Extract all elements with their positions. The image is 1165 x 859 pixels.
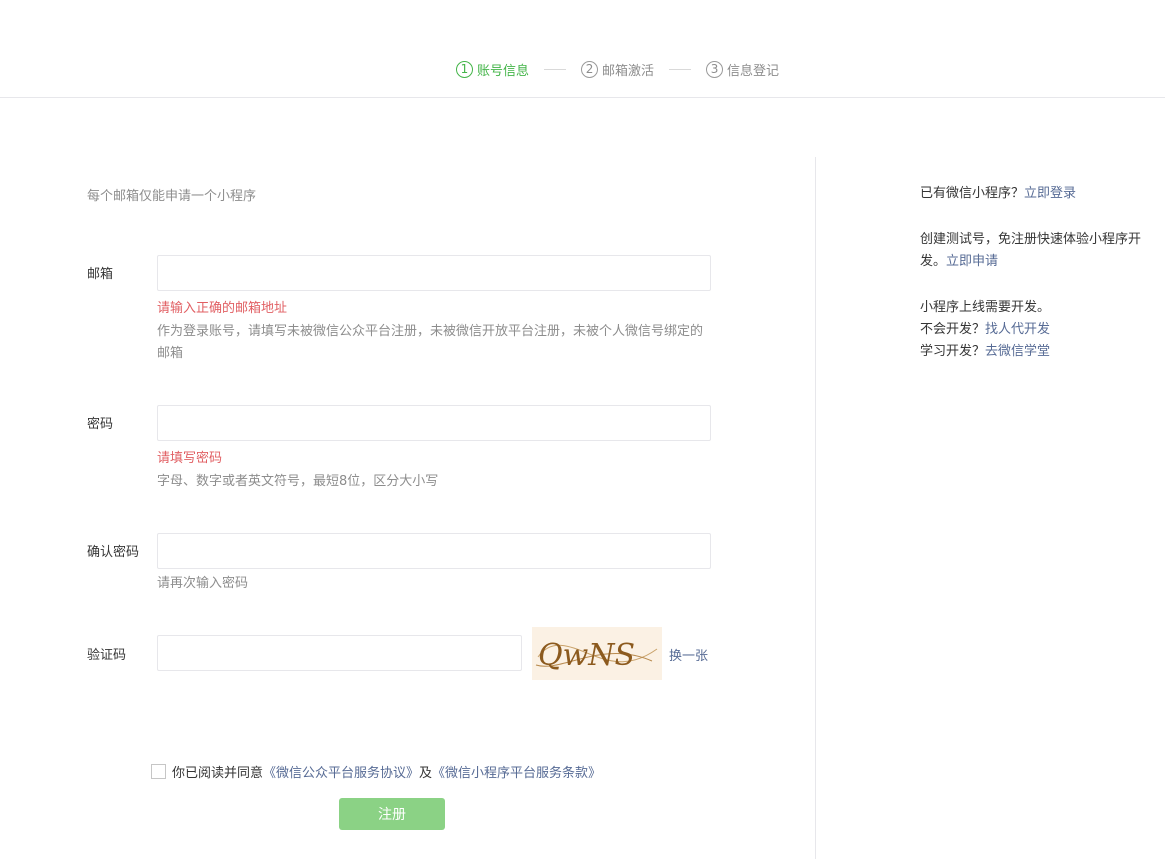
captcha-image[interactable]: QwNS [532,627,662,680]
password-hint: 字母、数字或者英文符号，最短8位，区分大小写 [157,474,439,489]
step-label-1: 账号信息 [477,63,530,79]
step-number-2: 2 [581,60,599,78]
wechat-school-link[interactable]: 去微信学堂 [985,344,1050,359]
email-label: 邮箱 [87,267,114,282]
step-info-registration: 3 信息登记 [706,60,779,79]
agreement-and: 及 [419,766,433,781]
agreement-prefix: 你已阅读并同意 [172,766,264,781]
learn-dev-text: 学习开发？ [920,344,986,359]
header: 1 账号信息 2 邮箱激活 3 信息登记 [0,0,1165,98]
step-indicator: 1 账号信息 2 邮箱激活 3 信息登记 [456,59,779,79]
side-test-account: 创建测试号，免注册快速体验小程序开发。立即申请 [920,229,1165,273]
agreement-checkbox[interactable] [151,764,166,779]
refresh-captcha-link[interactable]: 换一张 [669,645,708,664]
password-error: 请填写密码 [157,451,223,466]
captcha-label: 验证码 [87,648,127,663]
vertical-divider [815,157,816,859]
miniprogram-terms-link[interactable]: 《微信小程序平台服务条款》 [432,762,601,781]
confirm-password-label: 确认密码 [87,545,140,560]
step-separator [544,68,567,70]
agreement-row: 你已阅读并同意 《微信公众平台服务协议》 及 《微信小程序平台服务条款》 [151,762,601,781]
step-label-2: 邮箱激活 [602,63,655,79]
step-account-info: 1 账号信息 [456,60,529,79]
email-limit-tip: 每个邮箱仅能申请一个小程序 [87,189,257,204]
login-link[interactable]: 立即登录 [1024,186,1076,201]
step-email-activation: 2 邮箱激活 [581,60,654,79]
captcha-image-graphic: QwNS [535,638,658,673]
email-input[interactable] [157,255,711,291]
have-miniprogram-text: 已有微信小程序？ [920,186,1025,201]
side-login: 已有微信小程序？立即登录 [920,183,1076,205]
email-error: 请输入正确的邮箱地址 [157,301,288,316]
confirm-password-hint: 请再次输入密码 [157,576,249,591]
password-input[interactable] [157,405,711,441]
email-hint: 作为登录账号，请填写未被微信公众平台注册，未被微信开放平台注册，未被个人微信号绑… [157,324,704,361]
apply-now-link[interactable]: 立即申请 [946,254,998,269]
confirm-password-input[interactable] [157,533,711,569]
step-label-3: 信息登记 [727,63,780,79]
no-dev-text: 不会开发？ [920,322,986,337]
register-button[interactable]: 注册 [339,798,445,830]
find-developer-link[interactable]: 找人代开发 [985,322,1050,337]
dev-required-text: 小程序上线需要开发。 [920,300,1051,315]
step-number-3: 3 [706,60,724,78]
password-label: 密码 [87,417,114,432]
captcha-input[interactable] [157,635,522,671]
service-agreement-link[interactable]: 《微信公众平台服务协议》 [263,762,419,781]
side-dev: 小程序上线需要开发。 不会开发？找人代开发 学习开发？去微信学堂 [920,297,1050,363]
step-separator [669,68,692,70]
step-number-1: 1 [456,60,473,78]
captcha-text: QwNS [538,638,635,673]
